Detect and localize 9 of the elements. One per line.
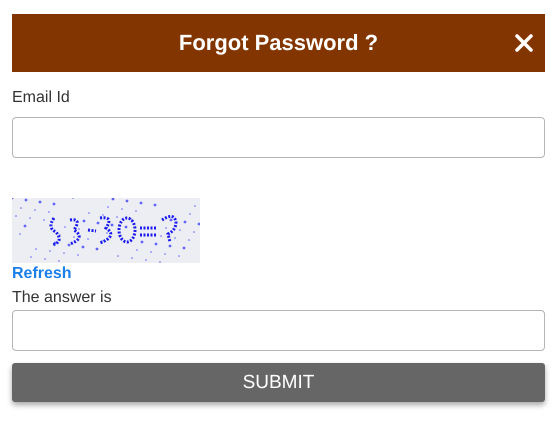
email-field[interactable] xyxy=(12,117,545,158)
email-label: Email Id xyxy=(12,89,70,107)
answer-label: The answer is xyxy=(12,289,112,307)
answer-field[interactable] xyxy=(12,310,545,351)
close-button[interactable] xyxy=(515,34,533,52)
submit-button[interactable]: SUBMIT xyxy=(12,363,545,402)
refresh-link[interactable]: Refresh xyxy=(12,265,72,283)
close-icon xyxy=(515,34,533,52)
dialog-title: Forgot Password ? xyxy=(178,30,378,56)
